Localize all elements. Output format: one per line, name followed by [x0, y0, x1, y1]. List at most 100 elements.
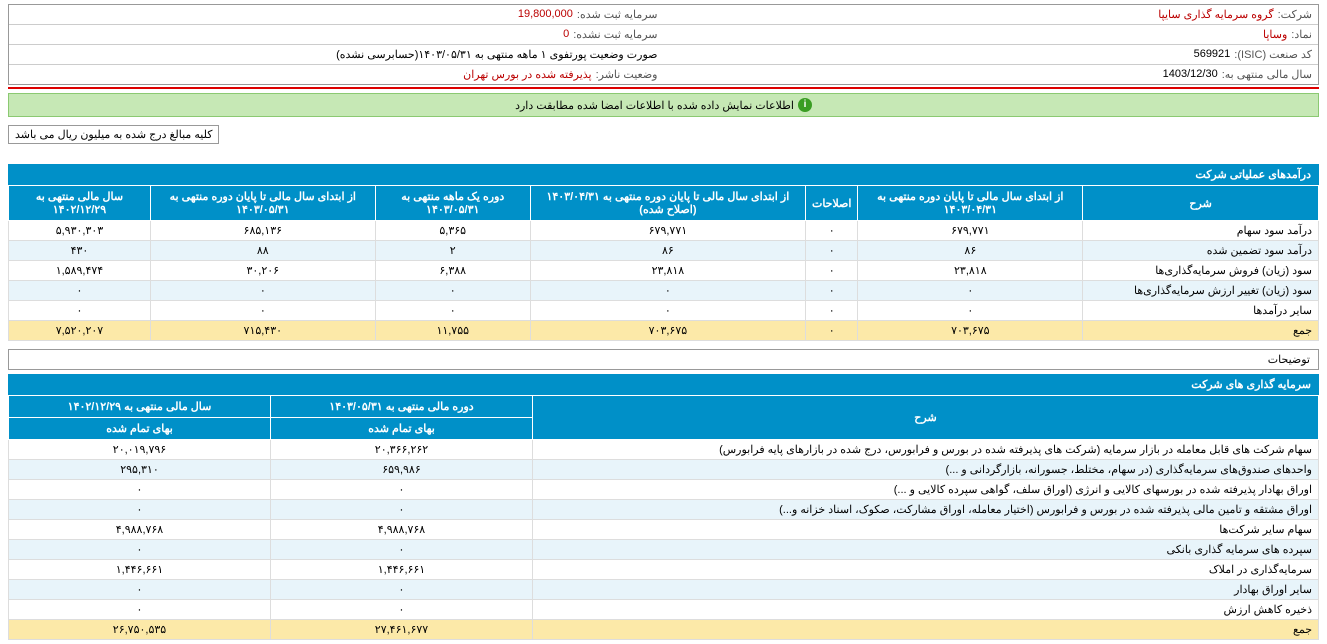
capital-reg-label: سرمایه ثبت شده: — [577, 8, 658, 21]
table-cell: ۰ — [805, 241, 857, 261]
table-cell: جمع — [1083, 321, 1319, 341]
table-cell: ۷۱۵,۴۳۰ — [150, 321, 375, 341]
table1-header: اصلاحات — [805, 186, 857, 221]
table-cell: ۴,۹۸۸,۷۶۸ — [271, 520, 533, 540]
table-cell: ذخیره کاهش ارزش — [533, 600, 1319, 620]
table-row: اوراق بهادار پذیرفته شده در بورسهای کالا… — [9, 480, 1319, 500]
table-cell: ۶,۳۸۸ — [375, 261, 530, 281]
symbol-label: نماد: — [1291, 28, 1312, 41]
table-cell: ۶۵۹,۹۸۶ — [271, 460, 533, 480]
table-cell: ۰ — [150, 301, 375, 321]
table-cell: ۰ — [150, 281, 375, 301]
table-row: درآمد سود تضمین شده۸۶۰۸۶۲۸۸۴۳۰ — [9, 241, 1319, 261]
table2-subheader: بهای تمام شده — [9, 418, 271, 440]
fiscal-end-value: 1403/12/30 — [1163, 68, 1218, 81]
table-cell: ۰ — [9, 480, 271, 500]
table-row: جمع۲۷,۴۶۱,۶۷۷۲۶,۷۵۰,۵۳۵ — [9, 620, 1319, 640]
company-label: شرکت: — [1278, 8, 1312, 21]
table-cell: ۰ — [805, 301, 857, 321]
table-cell: ۰ — [858, 301, 1083, 321]
table-cell: ۲۳,۸۱۸ — [858, 261, 1083, 281]
table1-header: شرح — [1083, 186, 1319, 221]
table-cell: ۷,۵۲۰,۲۰۷ — [9, 321, 151, 341]
info-panel: شرکت: گروه سرمایه گذاری سایپا سرمایه ثبت … — [8, 4, 1319, 85]
table-cell: ۶۷۹,۷۷۱ — [530, 221, 805, 241]
table-cell: سرمایه‌گذاری در املاک — [533, 560, 1319, 580]
table1-header: سال مالی منتهی به ۱۴۰۲/۱۲/۲۹ — [9, 186, 151, 221]
table2-header: شرح — [533, 396, 1319, 440]
table-row: سایر درآمدها۰۰۰۰۰۰ — [9, 301, 1319, 321]
table-cell: سایر درآمدها — [1083, 301, 1319, 321]
table-cell: سپرده های سرمایه گذاری بانکی — [533, 540, 1319, 560]
table-cell: ۰ — [805, 221, 857, 241]
table-cell: واحدهای صندوق‌های سرمایه‌گذاری (در سهام،… — [533, 460, 1319, 480]
table-row: واحدهای صندوق‌های سرمایه‌گذاری (در سهام،… — [9, 460, 1319, 480]
table-cell: ۷۰۳,۶۷۵ — [530, 321, 805, 341]
table-cell: ۰ — [9, 301, 151, 321]
table-cell: ۱,۴۴۶,۶۶۱ — [271, 560, 533, 580]
table-cell: ۰ — [858, 281, 1083, 301]
table-cell: ۰ — [9, 540, 271, 560]
table-cell: ۸۶ — [858, 241, 1083, 261]
isic-label: کد صنعت (ISIC): — [1234, 48, 1312, 61]
table2-title: سرمایه گذاری های شرکت — [8, 374, 1319, 395]
symbol-value: وساپا — [1263, 28, 1287, 41]
table-cell: ۰ — [805, 281, 857, 301]
table-row: سپرده های سرمایه گذاری بانکی۰۰ — [9, 540, 1319, 560]
table-cell: ۰ — [805, 261, 857, 281]
capital-unreg-value: 0 — [563, 28, 569, 41]
isic-value: 569921 — [1194, 48, 1231, 61]
publisher-status-label: وضعیت ناشر: — [596, 68, 658, 81]
table-cell: ۲۰,۰۱۹,۷۹۶ — [9, 440, 271, 460]
table-cell: سود (زیان) تغییر ارزش سرمایه‌گذاری‌ها — [1083, 281, 1319, 301]
portfolio-status-value: صورت وضعیت پورتفوی ۱ ماهه منتهی به ۱۴۰۳/… — [336, 48, 657, 61]
table2-subheader: بهای تمام شده — [271, 418, 533, 440]
table-row: سود (زیان) تغییر ارزش سرمایه‌گذاری‌ها۰۰۰… — [9, 281, 1319, 301]
table-cell: ۰ — [271, 580, 533, 600]
table-cell: ۰ — [805, 321, 857, 341]
table-row: سهام شرکت های قابل معامله در بازار سرمای… — [9, 440, 1319, 460]
banner-text: اطلاعات نمایش داده شده با اطلاعات امضا ش… — [515, 99, 794, 112]
table-cell: سهام شرکت های قابل معامله در بازار سرمای… — [533, 440, 1319, 460]
table1-header: از ابتدای سال مالی تا پایان دوره منتهی ب… — [858, 186, 1083, 221]
table-cell: ۴۳۰ — [9, 241, 151, 261]
capital-reg-value: 19,800,000 — [518, 8, 573, 21]
table2-header: دوره مالی منتهی به ۱۴۰۳/۰۵/۳۱ — [271, 396, 533, 418]
table-row: سود (زیان) فروش سرمایه‌گذاری‌ها۲۳,۸۱۸۰۲۳… — [9, 261, 1319, 281]
table-cell: ۵,۳۶۵ — [375, 221, 530, 241]
publisher-status-value: پذیرفته شده در بورس تهران — [463, 68, 591, 81]
table1-header: دوره یک ماهه منتهی به ۱۴۰۳/۰۵/۳۱ — [375, 186, 530, 221]
investments-table: شرحدوره مالی منتهی به ۱۴۰۳/۰۵/۳۱سال مالی… — [8, 395, 1319, 640]
table-row: درآمد سود سهام۶۷۹,۷۷۱۰۶۷۹,۷۷۱۵,۳۶۵۶۸۵,۱۳… — [9, 221, 1319, 241]
table-cell: ۰ — [271, 540, 533, 560]
table-cell: ۵,۹۳۰,۳۰۳ — [9, 221, 151, 241]
separator-red-line — [8, 87, 1319, 89]
table2-header: سال مالی منتهی به ۱۴۰۲/۱۲/۲۹ — [9, 396, 271, 418]
table-cell: ۰ — [530, 301, 805, 321]
operating-income-table: شرحاز ابتدای سال مالی تا پایان دوره منته… — [8, 185, 1319, 341]
table-cell: سهام سایر شرکت‌ها — [533, 520, 1319, 540]
table1-title: درآمدهای عملیاتی شرکت — [8, 164, 1319, 185]
table-cell: ۰ — [9, 281, 151, 301]
table-cell: سود (زیان) فروش سرمایه‌گذاری‌ها — [1083, 261, 1319, 281]
table-cell: ۰ — [530, 281, 805, 301]
table-cell: ۷۰۳,۶۷۵ — [858, 321, 1083, 341]
table-cell: ۳۰,۲۰۶ — [150, 261, 375, 281]
table-cell: درآمد سود سهام — [1083, 221, 1319, 241]
table-cell: ۰ — [9, 600, 271, 620]
fiscal-end-label: سال مالی منتهی به: — [1222, 68, 1312, 81]
table-cell: ۰ — [271, 480, 533, 500]
table-cell: ۰ — [271, 600, 533, 620]
table-row: اوراق مشتقه و تامین مالی پذیرفته شده در … — [9, 500, 1319, 520]
description-label: توضیحات — [8, 349, 1319, 370]
table-cell: ۰ — [9, 580, 271, 600]
table1-header: از ابتدای سال مالی تا پایان دوره منتهی ب… — [150, 186, 375, 221]
table-cell: ۲ — [375, 241, 530, 261]
table-cell: ۰ — [9, 500, 271, 520]
table-cell: ۸۸ — [150, 241, 375, 261]
company-value: گروه سرمایه گذاری سایپا — [1158, 8, 1273, 21]
table-cell: ۱۱,۷۵۵ — [375, 321, 530, 341]
table-cell: ۲۶,۷۵۰,۵۳۵ — [9, 620, 271, 640]
table-cell: ۴,۹۸۸,۷۶۸ — [9, 520, 271, 540]
table-cell: ۶۷۹,۷۷۱ — [858, 221, 1083, 241]
